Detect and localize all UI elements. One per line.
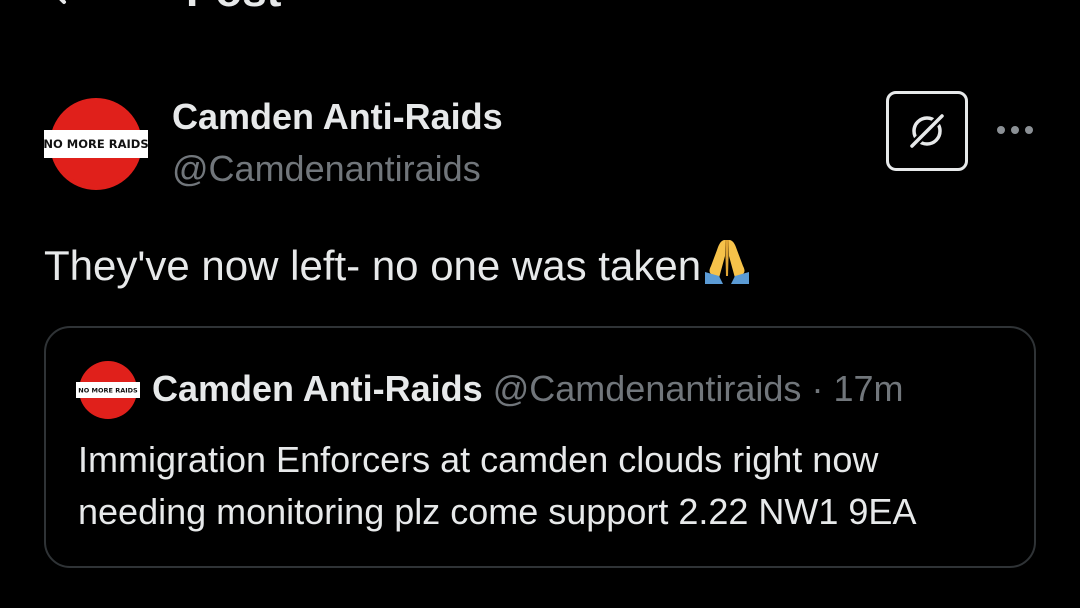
page-title: Post bbox=[186, 0, 281, 14]
quoted-separator: · bbox=[811, 368, 824, 409]
top-bar: Post bbox=[0, 0, 1080, 14]
quoted-author-handle: @Camdenantiraids bbox=[492, 368, 802, 409]
quoted-post-card[interactable]: NO MORE RAIDS Camden Anti-Raids @Camdena… bbox=[44, 326, 1036, 568]
post-detail-screen: Post NO MORE RAIDS Camden Anti-Raids @Ca… bbox=[0, 0, 1080, 608]
author-name[interactable]: Camden Anti-Raids bbox=[172, 96, 503, 138]
post-text-content: They've now left- no one was taken bbox=[44, 242, 702, 289]
quoted-timestamp: 17m bbox=[833, 368, 904, 409]
author-handle[interactable]: @Camdenantiraids bbox=[172, 148, 481, 190]
more-options-button[interactable] bbox=[990, 110, 1040, 150]
quoted-author-name: Camden Anti-Raids bbox=[152, 368, 483, 409]
folded-hands-emoji bbox=[705, 240, 750, 284]
post-text: They've now left- no one was taken bbox=[44, 236, 753, 293]
quoted-text-line-1: Immigration Enforcers at camden clouds r… bbox=[78, 439, 879, 480]
grok-icon bbox=[908, 112, 946, 150]
quoted-text-line-2: needing monitoring plz come support 2.22… bbox=[78, 491, 917, 532]
grok-button[interactable] bbox=[886, 91, 968, 171]
author-avatar[interactable]: NO MORE RAIDS bbox=[44, 92, 148, 196]
avatar-logo-text: NO MORE RAIDS bbox=[44, 137, 148, 151]
quoted-author-avatar: NO MORE RAIDS bbox=[76, 358, 140, 422]
quoted-avatar-logo-text: NO MORE RAIDS bbox=[78, 387, 138, 395]
quoted-post-text: Immigration Enforcers at camden clouds r… bbox=[78, 434, 1008, 538]
quoted-post-header: Camden Anti-Raids @Camdenantiraids · 17m bbox=[152, 368, 903, 410]
more-options-icon bbox=[997, 126, 1033, 134]
back-arrow-icon[interactable] bbox=[40, 0, 80, 12]
